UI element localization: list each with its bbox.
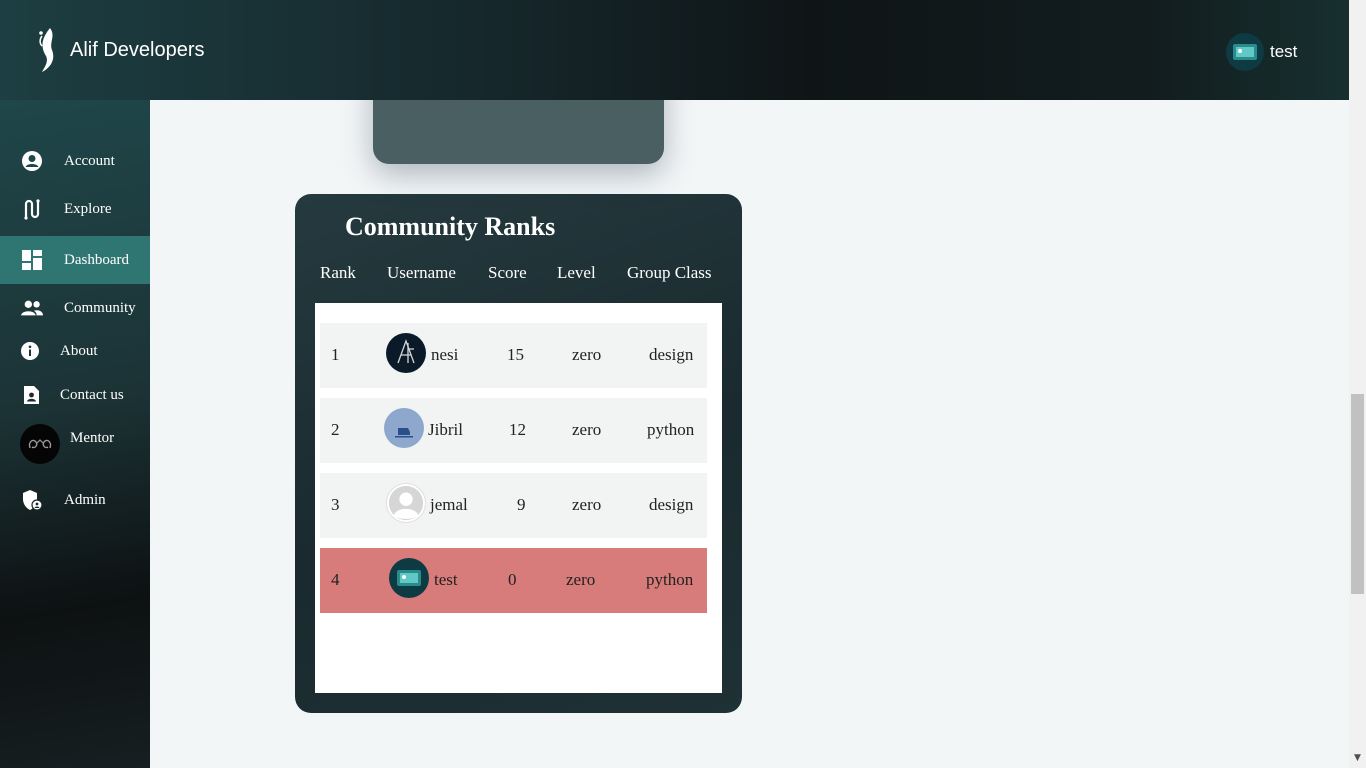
sidebar-item-explore[interactable]: Explore: [0, 185, 150, 233]
username-cell: test: [434, 570, 458, 589]
column-header-username: Username: [387, 263, 456, 282]
page-scrollbar[interactable]: ▼: [1349, 0, 1366, 768]
user-avatar: [389, 558, 429, 598]
level-cell: zero: [572, 420, 602, 439]
user-name: test: [1270, 42, 1298, 61]
scrollbar-thumb[interactable]: [1351, 394, 1364, 594]
sidebar-item-label: Community: [64, 299, 136, 316]
ranks-title: Community Ranks: [345, 212, 556, 241]
column-header-level: Level: [557, 263, 596, 282]
brand-name: Alif Developers: [70, 38, 205, 61]
sidebar-item-about[interactable]: About: [0, 327, 150, 375]
level-cell: zero: [566, 570, 596, 589]
sidebar-item-community[interactable]: Community: [0, 284, 150, 332]
username-cell: nesi: [431, 345, 459, 364]
user-avatar: [386, 333, 426, 373]
sidebar-item-admin[interactable]: Admin: [0, 476, 150, 524]
sidebar-item-label: About: [60, 342, 98, 359]
rank-cell: 2: [331, 420, 340, 439]
sidebar-item-account[interactable]: Account: [0, 137, 150, 185]
contact-card-icon: [20, 384, 42, 406]
sidebar-item-mentor[interactable]: Mentor: [0, 420, 150, 468]
mentor-avatar: [20, 424, 60, 464]
score-cell: 9: [517, 495, 526, 514]
rank-cell: 1: [331, 345, 340, 364]
username-cell: Jibril: [428, 420, 463, 439]
sidebar-item-label: Admin: [64, 491, 106, 508]
account-circle-icon: [21, 150, 43, 172]
level-cell: zero: [572, 495, 602, 514]
group-cell: design: [649, 345, 694, 364]
sidebar-item-label: Dashboard: [64, 251, 129, 268]
group-cell: design: [649, 495, 694, 514]
user-avatar: [384, 408, 424, 448]
group-cell: python: [646, 570, 694, 589]
score-cell: 0: [508, 570, 517, 589]
table-row-current-user[interactable]: 4 test 0 zero python: [320, 548, 707, 613]
user-menu[interactable]: test: [1226, 33, 1297, 71]
score-cell: 15: [507, 345, 524, 364]
community-ranks-card: Community Ranks Rank Username Score Leve…: [295, 194, 742, 713]
sidebar-item-dashboard[interactable]: Dashboard: [0, 236, 150, 284]
scroll-down-arrow-icon[interactable]: ▼: [1352, 752, 1363, 763]
dashboard-grid-icon: [21, 249, 43, 271]
sidebar-item-label: Mentor: [70, 430, 115, 446]
default-avatar-icon: [386, 483, 426, 523]
route-icon: [21, 198, 43, 220]
people-icon: [21, 297, 43, 319]
username-cell: jemal: [430, 495, 468, 514]
info-icon: [19, 340, 41, 362]
column-header-rank: Rank: [320, 263, 356, 282]
score-cell: 12: [509, 420, 526, 439]
sidebar-item-label: Contact us: [60, 386, 124, 403]
column-header-group-class: Group Class: [627, 263, 712, 282]
user-avatar[interactable]: [1226, 33, 1264, 71]
table-row[interactable]: 2 Jibril 12 zero python: [320, 398, 707, 463]
ranks-table: 1 nesi 15 zero design 2 Jibril 12 zero p…: [315, 303, 722, 693]
table-row[interactable]: 3 jemal 9 zero design: [320, 473, 707, 538]
brand[interactable]: Alif Developers: [36, 26, 205, 74]
sidebar-item-label: Explore: [64, 200, 112, 217]
sidebar-item-contact[interactable]: Contact us: [0, 371, 150, 419]
sidebar: Account Explore Dashboard Community Abou…: [0, 100, 150, 768]
group-cell: python: [647, 420, 695, 439]
flame-logo-icon: [39, 28, 54, 72]
admin-shield-icon: [21, 489, 43, 511]
rank-cell: 3: [331, 495, 340, 514]
user-avatar-image-icon: [1233, 44, 1257, 60]
table-row[interactable]: 1 nesi 15 zero design: [320, 323, 707, 388]
sidebar-item-label: Account: [64, 152, 115, 169]
column-header-score: Score: [488, 263, 527, 282]
rank-cell: 4: [331, 570, 340, 589]
top-header: Alif Developers test: [0, 0, 1349, 100]
level-cell: zero: [572, 345, 602, 364]
